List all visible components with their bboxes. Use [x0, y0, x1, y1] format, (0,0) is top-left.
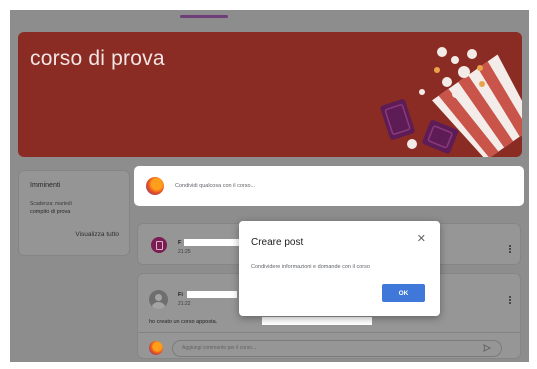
ok-button[interactable]: OK — [382, 284, 425, 302]
share-with-class-box[interactable]: Condividi qualcosa con il corso... — [134, 166, 524, 206]
upcoming-title: Imminenti — [30, 182, 61, 189]
user-avatar-icon — [149, 290, 168, 309]
firefox-avatar-icon — [146, 177, 164, 195]
more-vert-icon[interactable] — [509, 245, 512, 254]
assignment-title: F — [178, 240, 182, 246]
active-tab-indicator — [180, 15, 228, 18]
close-icon[interactable]: ✕ — [417, 234, 426, 245]
dialog-text: Condividere informazioni e domande con i… — [251, 264, 370, 270]
popcorn-illustration-icon — [380, 47, 522, 157]
redaction-bar — [184, 239, 244, 246]
share-placeholder: Condividi qualcosa con il corso... — [175, 183, 256, 189]
comment-input[interactable]: Aggiungi commento per il corso... — [172, 340, 502, 357]
upcoming-panel: Imminenti Scadenza: martedì compito di p… — [18, 170, 130, 256]
upcoming-assignment-link[interactable]: compito di prova — [30, 209, 70, 215]
screen: corso di prova Imminenti Scadenza: marte… — [10, 10, 529, 362]
redaction-bar — [187, 291, 237, 298]
course-banner: corso di prova — [18, 32, 522, 157]
create-post-dialog: Creare post ✕ Condividere informazioni e… — [239, 221, 440, 316]
redaction-bar — [262, 317, 372, 325]
firefox-avatar-icon — [149, 341, 163, 355]
view-all-link[interactable]: Visualizza tutto — [75, 231, 119, 238]
assignment-time: 21:25 — [178, 249, 191, 255]
assignment-icon — [151, 237, 167, 253]
post-time: 21:22 — [178, 301, 191, 307]
comment-placeholder: Aggiungi commento per il corso... — [182, 345, 257, 351]
more-vert-icon[interactable] — [509, 296, 512, 305]
send-icon[interactable] — [483, 344, 491, 352]
post-author: Fi — [178, 292, 183, 298]
upcoming-due-date: Scadenza: martedì — [30, 201, 72, 207]
post-body: ho creato un corso apposta. — [149, 319, 218, 325]
course-title: corso di prova — [30, 47, 165, 70]
divider — [138, 332, 520, 333]
dialog-title: Creare post — [251, 237, 304, 248]
